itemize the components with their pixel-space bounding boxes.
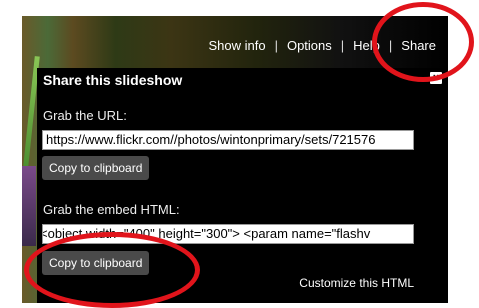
- share-panel: Share this slideshow × Grab the URL: htt…: [37, 68, 448, 303]
- slideshow-frame: Show info | Options | Help | Share Share…: [22, 16, 448, 303]
- copy-url-button[interactable]: Copy to clipboard: [42, 156, 150, 180]
- url-field[interactable]: https://www.flickr.com//photos/wintonpri…: [42, 130, 414, 150]
- photo-detail-purple: [22, 166, 36, 246]
- embed-label: Grab the embed HTML:: [43, 202, 180, 217]
- nav-separator: |: [340, 38, 345, 53]
- copy-embed-button[interactable]: Copy to clipboard: [42, 251, 150, 275]
- nav-help[interactable]: Help: [353, 38, 380, 53]
- nav-separator: |: [388, 38, 393, 53]
- customize-html-link[interactable]: Customize this HTML: [299, 276, 414, 290]
- nav-separator: |: [274, 38, 278, 53]
- top-navigation: Show info | Options | Help | Share: [22, 16, 448, 68]
- nav-options[interactable]: Options: [287, 38, 332, 53]
- nav-links: Show info | Options | Help | Share: [208, 38, 436, 53]
- nav-share[interactable]: Share: [401, 38, 436, 53]
- embed-field[interactable]: <object width="400" height="300"> <param…: [42, 224, 414, 244]
- panel-title: Share this slideshow: [43, 72, 183, 88]
- nav-show-info[interactable]: Show info: [208, 38, 265, 53]
- url-label: Grab the URL:: [43, 108, 127, 123]
- close-icon[interactable]: ×: [430, 72, 442, 84]
